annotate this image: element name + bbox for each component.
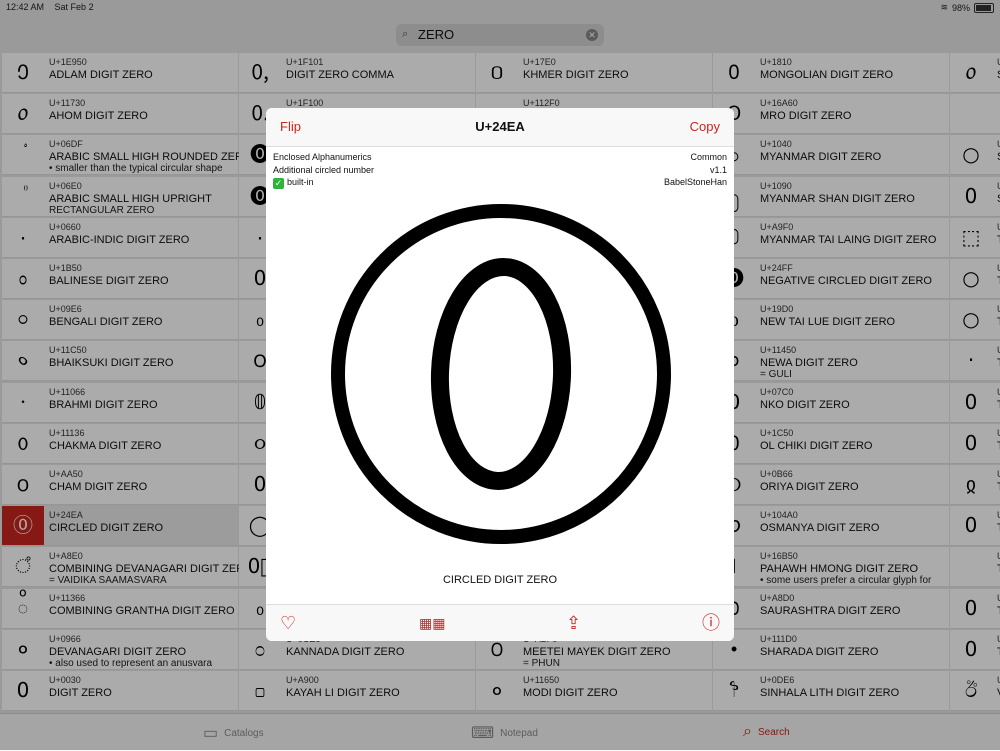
checkmark-icon: ✓ [273,178,284,189]
block-name: Enclosed Alphanumerics [273,152,372,162]
font-name: BabelStoneHan [663,177,727,187]
glyph-name-label: CIRCLED DIGIT ZERO [442,574,558,586]
circled-digit-zero-glyph [331,204,671,544]
info-icon[interactable]: ⓘ [702,613,720,633]
character-info-left: Enclosed Alphanumerics Additional circle… [273,151,374,189]
version-label: v1.1 [709,164,727,175]
source-label: built-in [287,177,314,187]
share-icon[interactable]: ⇪ [566,613,581,633]
source-row: ✓ built-in [273,176,374,189]
modal-header: Flip U+24EA Copy [266,108,734,147]
script-name: Common [690,152,727,162]
modal-title: U+24EA [475,119,525,134]
heart-icon[interactable]: ♡ [280,613,296,633]
subhead-name: Additional circled number [273,164,375,175]
modal-toolbar: ♡ ▦▦ ⇪ ⓘ [266,604,734,641]
keyboard-icon[interactable]: ▦▦ [419,613,445,633]
copy-button[interactable]: Copy [690,119,720,134]
character-detail-modal: Flip U+24EA Copy Enclosed Alphanumerics … [266,108,734,641]
character-info-right: Common v1.1 BabelStoneHan [664,151,727,189]
